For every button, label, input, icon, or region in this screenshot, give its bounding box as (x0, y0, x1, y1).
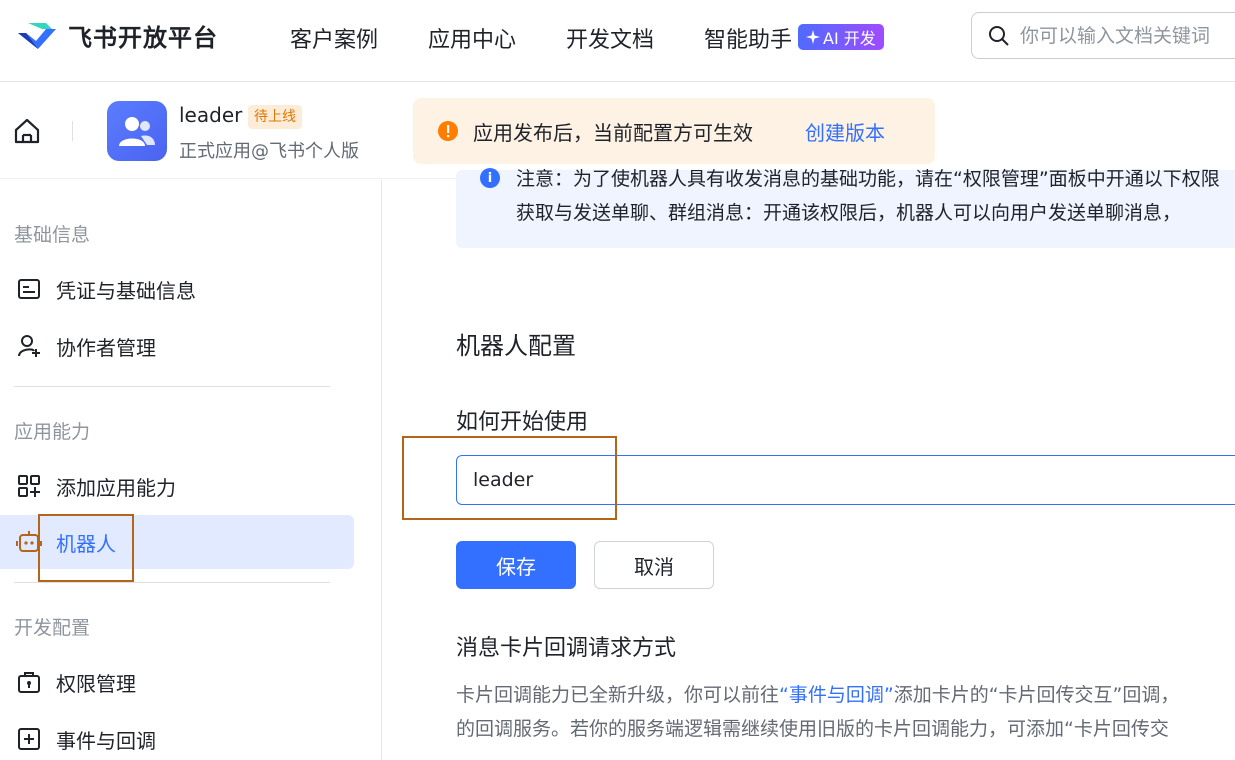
search-box[interactable] (971, 12, 1235, 59)
sidebar-divider (14, 386, 330, 387)
top-navigation: 飞书开放平台 客户案例 应用中心 开发文档 智能助手 AI 开发 (0, 0, 1235, 82)
robot-icon (16, 529, 42, 555)
callback-desc-1-b: 添加卡片的“卡片回传交互”回调， (893, 684, 1180, 706)
info-line-2: 获取与发送单聊、群组消息：开通该权限后，机器人可以向用户发送单聊消息， (516, 202, 1182, 224)
add-user-icon (16, 333, 42, 359)
sidebar-item-events[interactable]: 事件与回调 (0, 712, 354, 760)
events-callback-link[interactable]: “事件与回调” (779, 684, 894, 706)
sidebar-item-credentials[interactable]: 凭证与基础信息 (0, 262, 354, 316)
sidebar-item-label: 协作者管理 (56, 335, 156, 360)
brand-name: 飞书开放平台 (68, 24, 218, 52)
nav-item-app-center[interactable]: 应用中心 (428, 22, 516, 54)
ai-badge: AI 开发 (798, 24, 884, 50)
cancel-button[interactable]: 取消 (594, 541, 714, 589)
bot-config-title: 机器人配置 (456, 332, 576, 360)
callback-title: 消息卡片回调请求方式 (456, 636, 677, 661)
callback-desc-2: 的回调服务。若你的服务端逻辑需继续使用旧版的卡片回调能力，可添加“卡片回传交 (456, 718, 1169, 740)
app-subtitle: 正式应用@飞书个人版 (179, 141, 359, 162)
info-line-1: 注意：为了使机器人具有收发消息的基础功能，请在“权限管理”面板中开通以下权限 (516, 168, 1220, 190)
search-input[interactable] (1020, 24, 1235, 47)
notice-text: 应用发布后，当前配置方可生效 (473, 120, 753, 145)
search-icon (989, 25, 1009, 46)
sidebar: 基础信息 凭证与基础信息 协作者管理 应用能力 添加应用能力 机器人 开发配置 … (0, 180, 382, 760)
home-icon[interactable] (12, 116, 42, 146)
sidebar-item-collaborators[interactable]: 协作者管理 (0, 319, 354, 373)
permission-info-box: i 注意：为了使机器人具有收发消息的基础功能，请在“权限管理”面板中开通以下权限… (456, 168, 1235, 248)
sidebar-item-label: 添加应用能力 (56, 475, 176, 500)
status-badge: 待上线 (248, 105, 302, 129)
sidebar-item-label: 事件与回调 (56, 728, 156, 753)
nav-item-docs[interactable]: 开发文档 (566, 22, 654, 54)
sidebar-group-capabilities: 应用能力 (14, 421, 91, 443)
users-icon (119, 117, 155, 146)
callback-desc-1: 卡片回调能力已全新升级，你可以前往“事件与回调”添加卡片的“卡片回传交互”回调， (456, 680, 1179, 707)
nav-item-assistant-label: 智能助手 (704, 28, 793, 53)
header-divider (72, 121, 73, 141)
credential-icon (16, 276, 42, 302)
create-version-link[interactable]: 创建版本 (805, 117, 885, 146)
sidebar-divider (14, 582, 330, 583)
sidebar-item-bot[interactable]: 机器人 (0, 515, 354, 569)
callback-desc-1-a: 卡片回调能力已全新升级，你可以前往 (456, 684, 780, 706)
info-icon: i (480, 168, 500, 188)
save-button[interactable]: 保存 (456, 541, 576, 589)
sidebar-item-add-capability[interactable]: 添加应用能力 (0, 459, 354, 513)
plus-square-icon (16, 726, 42, 752)
sidebar-group-dev-config: 开发配置 (14, 617, 91, 639)
how-to-start-input[interactable] (456, 455, 1235, 505)
sidebar-item-label: 凭证与基础信息 (56, 278, 196, 303)
feishu-logo-icon (18, 22, 56, 49)
publish-notice: 应用发布后，当前配置方可生效 创建版本 (413, 98, 935, 164)
grid-plus-icon (16, 473, 42, 499)
sparkle-icon (806, 30, 821, 44)
main-content: i 注意：为了使机器人具有收发消息的基础功能，请在“权限管理”面板中开通以下权限… (420, 168, 1235, 760)
brand[interactable]: 飞书开放平台 (16, 18, 218, 53)
ai-badge-label: AI 开发 (823, 29, 876, 48)
app-name: leader (179, 103, 243, 127)
field-label-how-to-start: 如何开始使用 (456, 410, 589, 435)
sidebar-item-label: 机器人 (56, 531, 116, 556)
app-avatar (107, 101, 167, 161)
sidebar-item-permissions[interactable]: 权限管理 (0, 655, 354, 709)
sidebar-item-label: 权限管理 (56, 671, 136, 696)
nav-item-assistant[interactable]: 智能助手 AI 开发 (704, 22, 884, 54)
sidebar-group-basic: 基础信息 (14, 224, 91, 246)
briefcase-lock-icon (16, 669, 42, 695)
nav-item-cases[interactable]: 客户案例 (290, 22, 378, 54)
warning-icon (438, 121, 458, 141)
